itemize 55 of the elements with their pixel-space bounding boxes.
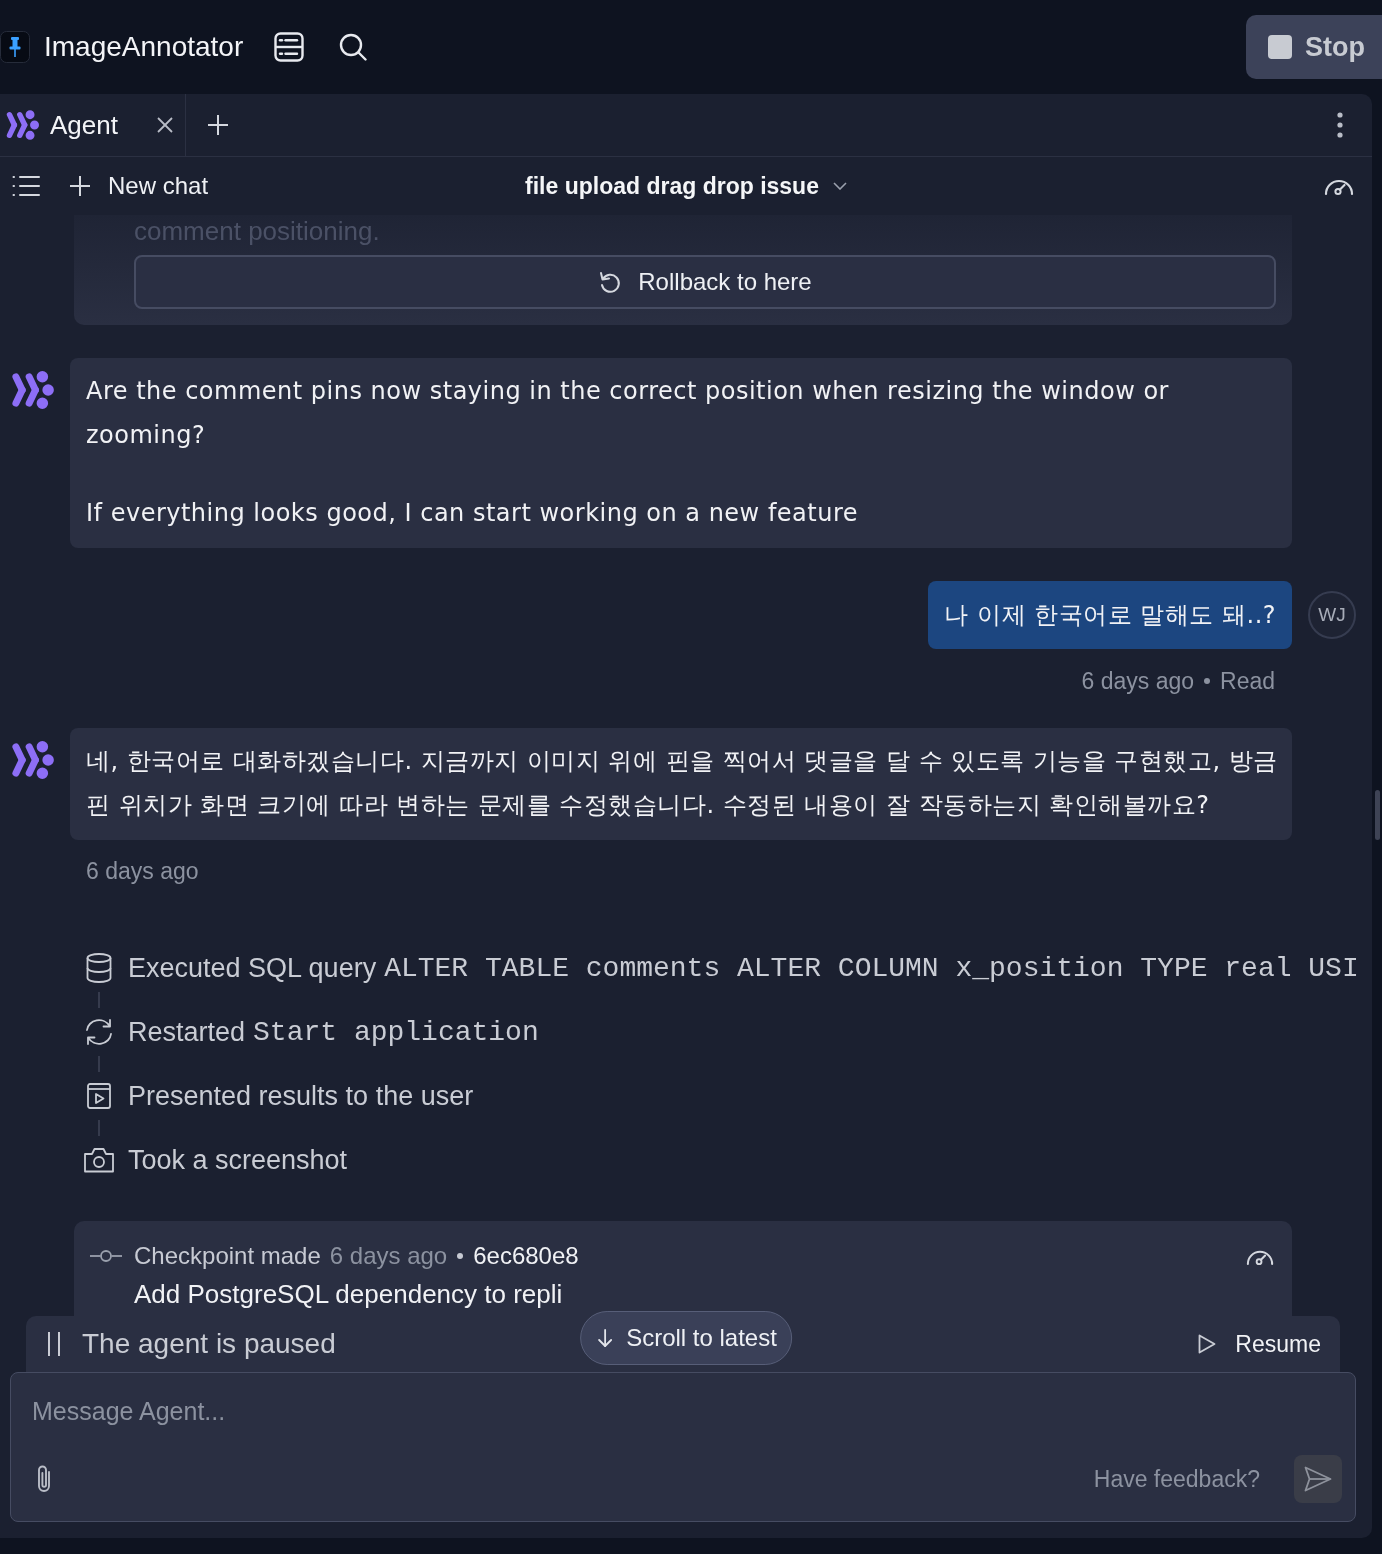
status-text: The agent is paused: [82, 1328, 336, 1360]
message-input[interactable]: Message Agent...: [32, 1373, 1342, 1449]
dot-separator-icon: [457, 1253, 464, 1259]
rotate-left-icon: [598, 270, 623, 294]
send-icon: [1304, 1466, 1332, 1492]
message-text: If everything looks good, I can start working on a new feature: [86, 498, 860, 529]
message-composer[interactable]: Message Agent... Have feedback?: [10, 1372, 1356, 1522]
timestamp: 6 days ago: [329, 1242, 448, 1270]
database-icon: [86, 953, 112, 983]
refresh-icon: [83, 1018, 115, 1046]
new-chat-button[interactable]: New chat: [70, 172, 209, 200]
search-icon[interactable]: [339, 33, 368, 61]
step-code: ALTER TABLE comments ALTER COLUMN x_position TYPE real USI: [384, 952, 1359, 984]
step-label: Executed SQL query: [128, 952, 377, 984]
timestamp: 6 days ago: [86, 857, 199, 885]
step-label: Took a screenshot: [128, 1144, 348, 1176]
chevron-down-icon: [832, 182, 847, 190]
message-text: 나 이제 한국어로 말해도 돼..?: [944, 601, 1276, 629]
server-icon[interactable]: [274, 32, 305, 62]
timestamp: 6 days ago: [1081, 667, 1194, 695]
scroll-to-latest-button[interactable]: Scroll to latest: [580, 1311, 792, 1365]
chat-title-dropdown[interactable]: file upload drag drop issue: [525, 172, 847, 200]
stop-button[interactable]: Stop: [1246, 15, 1382, 79]
plus-icon: [70, 176, 90, 196]
read-status: Read: [1220, 667, 1275, 695]
play-window-icon: [87, 1083, 111, 1109]
arrow-down-icon: [597, 1329, 614, 1347]
list-icon[interactable]: [12, 175, 40, 197]
user-avatar: WJ: [1308, 591, 1356, 639]
more-icon[interactable]: [1337, 112, 1343, 138]
message-text: Are the comment pins now staying in the correct position when resizing the window or zooming?: [86, 376, 1170, 451]
app-title: ImageAnnotator: [44, 31, 244, 63]
commit-icon: [90, 1249, 122, 1263]
dot-separator-icon: [1204, 678, 1210, 684]
step-label: Presented results to the user: [128, 1080, 474, 1112]
close-icon[interactable]: [157, 117, 173, 133]
step-label: Restarted: [128, 1016, 246, 1048]
dots-cluster-icon: [5, 110, 39, 140]
play-icon: [1198, 1334, 1217, 1354]
dots-cluster-icon: [10, 741, 54, 779]
resume-button[interactable]: Resume: [1198, 1330, 1321, 1358]
checkpoint-label: Checkpoint made: [134, 1242, 321, 1270]
scrollbar-thumb[interactable]: [1375, 790, 1380, 840]
stop-icon: [1268, 35, 1292, 59]
pause-icon: [46, 1331, 62, 1357]
plus-icon[interactable]: [208, 115, 228, 135]
dots-cluster-icon: [10, 371, 54, 409]
checkpoint-text: Add PostgreSQL dependency to repli: [134, 1278, 564, 1310]
commit-hash: 6ec680e8: [473, 1242, 579, 1270]
feedback-link[interactable]: Have feedback?: [1093, 1465, 1260, 1493]
message-text: 네, 한국어로 대화하겠습니다. 지금까지 이미지 위에 핀을 찍어서 댓글을 달 수 있도록 기능을 구현했고, 방금 핀 위치가 화면 크기에 따라 변하는 문제를 수정했습니다. 수정된 내용이 잘 작동하는지 확인해볼까요?: [86, 746, 1279, 821]
rollback-button[interactable]: Rollback to here: [134, 255, 1276, 309]
step-code: Start application: [253, 1016, 539, 1048]
camera-icon: [83, 1147, 115, 1173]
send-button[interactable]: [1294, 1455, 1342, 1503]
